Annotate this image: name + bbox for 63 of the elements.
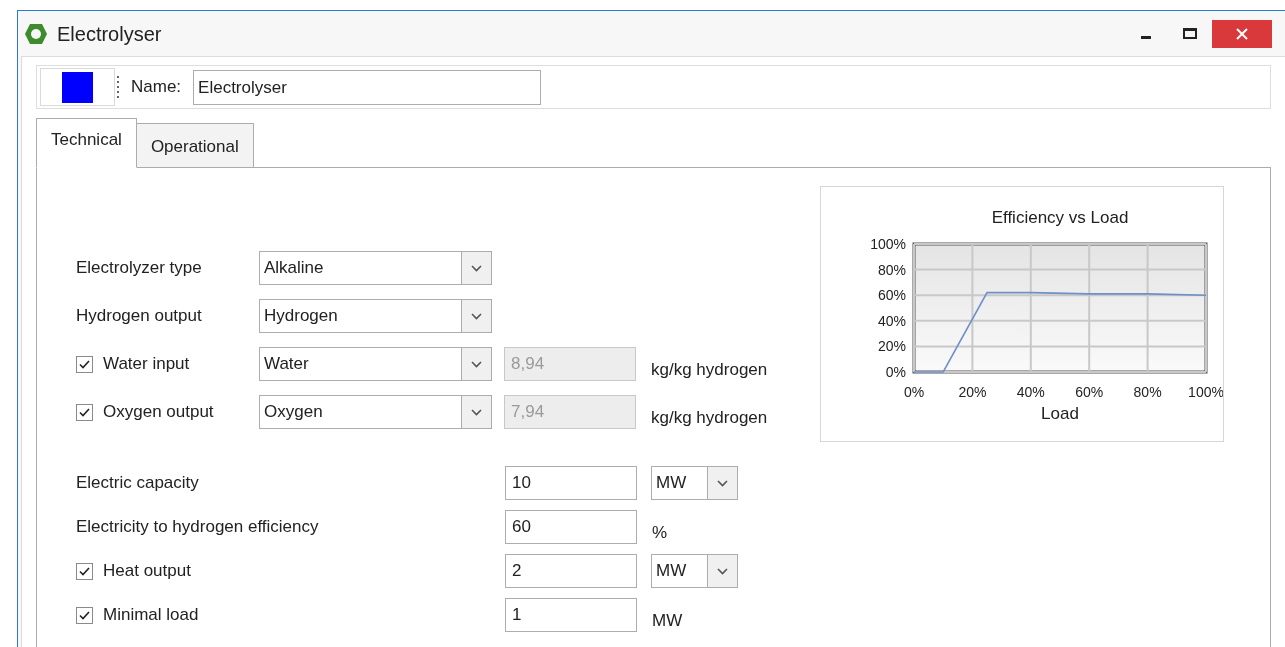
y-tick-label: 100%	[870, 236, 906, 252]
close-icon	[1236, 27, 1248, 40]
number-field[interactable]: 60	[505, 510, 637, 544]
y-tick-label: 40%	[877, 312, 906, 329]
x-tick-label: 60%	[1075, 384, 1104, 400]
x-tick-label: 0%	[903, 384, 925, 400]
y-tick-label: 20%	[877, 338, 906, 355]
dropdown[interactable]: Alkaline	[259, 251, 492, 285]
field-label: Heat output	[103, 560, 191, 583]
dropdown[interactable]: Hydrogen	[259, 299, 492, 333]
dropdown[interactable]: MW	[651, 554, 738, 588]
dropdown[interactable]: MW	[651, 466, 738, 500]
unit-label: kg/kg hydrogen	[651, 407, 768, 430]
number-field[interactable]: 10	[505, 466, 637, 500]
field-label: Hydrogen output	[76, 305, 202, 328]
checkbox[interactable]	[76, 606, 93, 624]
grip-icon	[116, 76, 120, 98]
unit-label: MW	[652, 610, 683, 633]
x-tick-label: 100%	[1188, 384, 1223, 400]
checkmark-icon	[79, 407, 90, 417]
chevron-down-icon	[471, 360, 482, 368]
y-tick-label: 80%	[877, 261, 906, 278]
field-label: Electricity to hydrogen efficiency	[76, 516, 319, 539]
chevron-down-icon	[471, 312, 482, 320]
checkbox[interactable]	[76, 355, 93, 373]
maximize-icon	[1183, 28, 1197, 39]
field-label: Minimal load	[103, 604, 199, 627]
dropdown[interactable]: Water	[259, 347, 492, 381]
checkmark-icon	[79, 359, 90, 369]
close-button[interactable]	[1212, 19, 1272, 48]
number-field[interactable]: 2	[505, 554, 637, 588]
field-label: Water input	[103, 353, 190, 376]
chart-title: Efficiency vs Load	[991, 208, 1129, 227]
color-swatch-button[interactable]	[40, 68, 115, 106]
field-label: Oxygen output	[103, 401, 214, 424]
dropdown[interactable]: Oxygen	[259, 395, 492, 429]
app-logo-icon	[24, 22, 48, 45]
tab[interactable]: Operational	[136, 123, 254, 168]
tab[interactable]: Technical	[36, 118, 137, 168]
chevron-down-icon	[717, 479, 728, 487]
window-title: Electrolyser	[57, 21, 162, 47]
name-label: Name:	[131, 76, 182, 99]
y-tick-label: 0%	[885, 364, 906, 380]
name-field[interactable]: Electrolyser	[193, 69, 542, 105]
chevron-down-icon	[471, 264, 482, 272]
x-tick-label: 20%	[958, 384, 987, 400]
field-label: Electrolyzer type	[76, 257, 202, 280]
unit-label: kg/kg hydrogen	[651, 359, 768, 382]
x-tick-label: 40%	[1016, 384, 1045, 400]
x-tick-label: 80%	[1133, 384, 1162, 400]
color-swatch	[62, 71, 93, 103]
chevron-down-icon	[471, 408, 482, 416]
x-axis-title: Load	[1041, 404, 1079, 423]
field-label: Electric capacity	[76, 472, 199, 495]
checkbox[interactable]	[76, 562, 93, 580]
y-tick-label: 60%	[877, 287, 906, 304]
unit-label: %	[652, 522, 668, 545]
checkmark-icon	[79, 566, 90, 576]
number-field[interactable]: 1	[505, 598, 637, 632]
chevron-down-icon	[717, 567, 728, 575]
checkbox[interactable]	[76, 403, 93, 421]
minimize-icon	[1141, 35, 1151, 39]
checkmark-icon	[79, 610, 90, 620]
